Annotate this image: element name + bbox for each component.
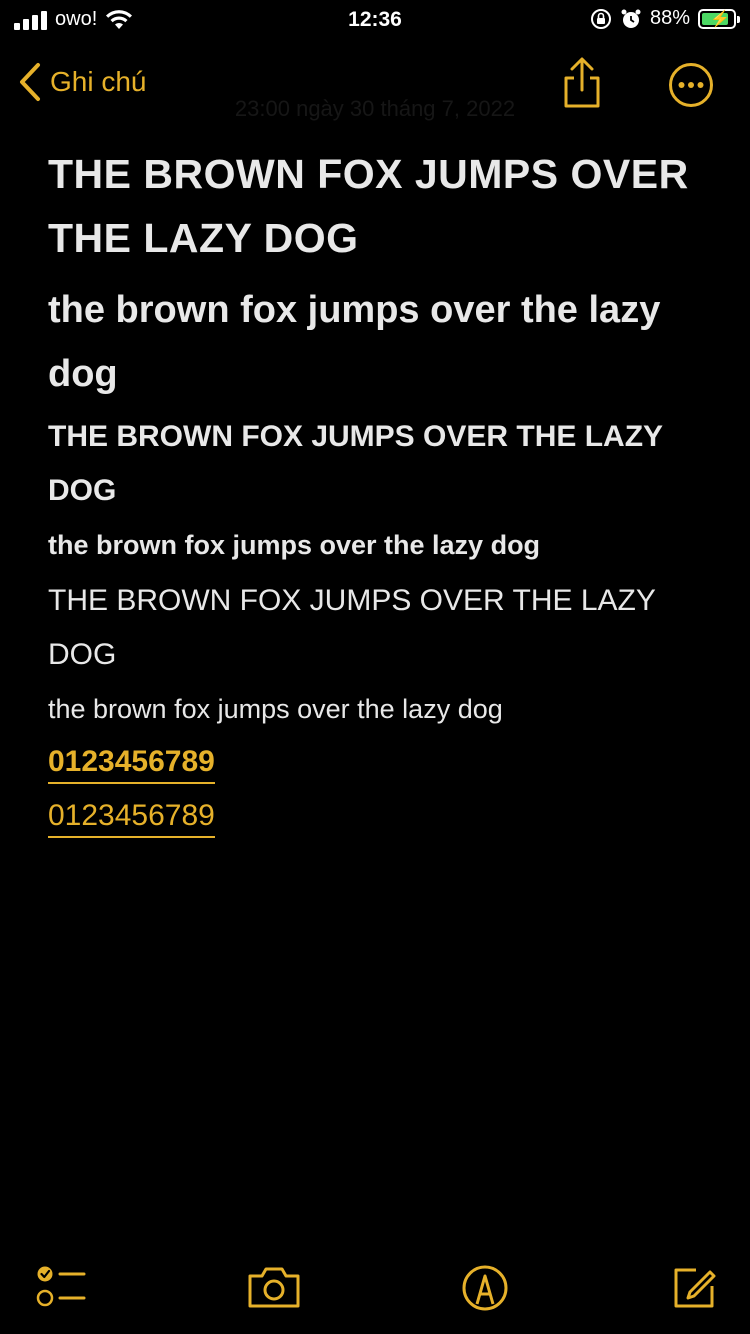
checklist-icon[interactable] xyxy=(36,1264,88,1310)
compose-icon[interactable] xyxy=(670,1264,718,1312)
phone-number-link-bold[interactable]: 0123456789 xyxy=(48,742,215,784)
orientation-lock-icon xyxy=(590,8,611,29)
note-line-heading-upper: THE BROWN FOX JUMPS OVER THE LAZY DOG xyxy=(48,420,663,507)
back-label: Ghi chú xyxy=(50,66,147,97)
note-line-title-upper: THE BROWN FOX JUMPS OVER THE LAZY DOG xyxy=(48,151,689,261)
bottom-toolbar xyxy=(0,1244,750,1334)
note-line-heading-lower: the brown fox jumps over the lazy dog xyxy=(48,530,541,560)
status-right: 88% ⚡ xyxy=(590,7,740,30)
status-bar: owo! 12:36 88% ⚡ xyxy=(0,0,750,40)
battery-percent: 88% xyxy=(649,7,690,29)
battery-charging-icon: ⚡ xyxy=(698,8,740,29)
phone-number-link[interactable]: 0123456789 xyxy=(48,796,215,838)
alarm-icon xyxy=(621,9,641,28)
note-line-body-upper: THE BROWN FOX JUMPS OVER THE LAZY DOG xyxy=(48,584,656,671)
markup-icon[interactable] xyxy=(461,1264,509,1312)
camera-icon[interactable] xyxy=(246,1264,302,1310)
note-body[interactable]: THE BROWN FOX JUMPS OVER THE LAZY DOG th… xyxy=(48,142,708,844)
note-date: 23:00 ngày 30 tháng 7, 2022 xyxy=(234,96,516,121)
note-line-title-lower: the brown fox jumps over the lazy dog xyxy=(48,289,661,395)
note-line-body-lower: the brown fox jumps over the lazy dog xyxy=(48,694,503,724)
